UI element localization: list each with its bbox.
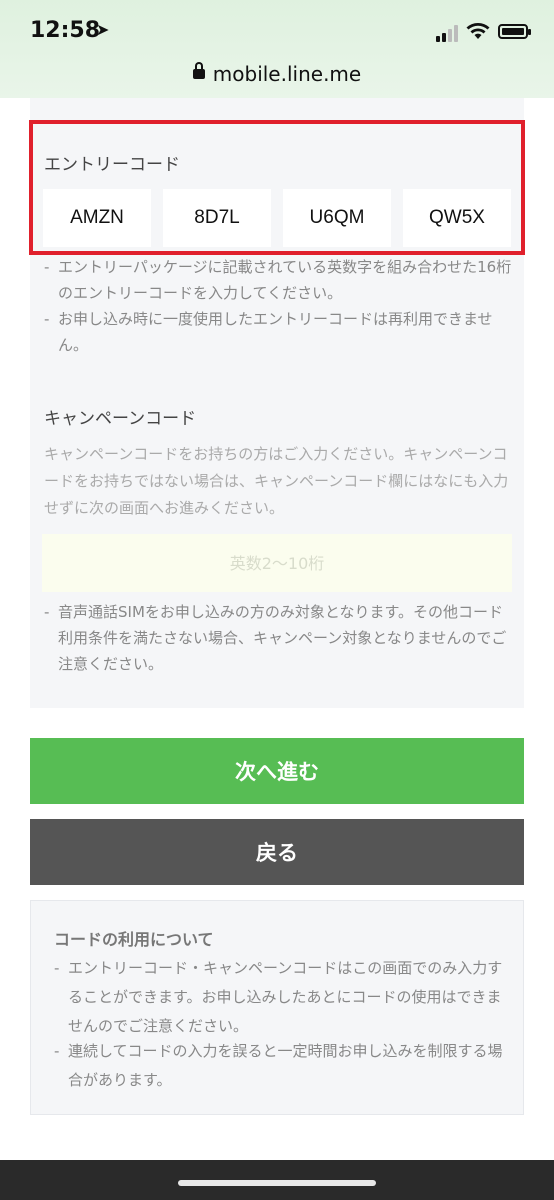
campaign-code-input[interactable] (42, 534, 512, 592)
battery-icon (498, 24, 531, 39)
location-arrow-icon: ➤ (96, 20, 110, 39)
campaign-code-label: キャンペーンコード (44, 409, 197, 429)
lock-icon (192, 61, 205, 79)
info-note-2: - 連続してコードの入力を誤ると一定時間お申し込みを制限する場合があります。 (54, 1042, 503, 1089)
wifi-icon (466, 23, 490, 39)
url-bar[interactable]: mobile.line.me (0, 61, 554, 86)
campaign-code-description: キャンペーンコードをお持ちの方はご入力ください。キャンペーンコードをお持ちではな… (44, 445, 509, 517)
entry-note-1: - エントリーパッケージに記載されている英数字を組み合わせた16桁のエントリーコー… (44, 258, 512, 302)
cellular-signal-icon (436, 24, 462, 42)
url-text: mobile.line.me (212, 62, 362, 86)
info-note-1: - エントリーコード・キャンペーンコードはこの画面でのみ入力することができます。お… (54, 959, 503, 1035)
status-time: 12:58 (30, 18, 101, 43)
back-button[interactable]: 戻る (30, 819, 524, 885)
browser-top-bar: 12:58 ➤ mobile.line.me (0, 0, 554, 98)
next-button[interactable]: 次へ進む (30, 738, 524, 804)
campaign-note: - 音声通話SIMをお申し込みの方のみ対象となります。その他コード利用条件を満たさ… (44, 603, 507, 673)
home-indicator[interactable] (178, 1180, 376, 1186)
highlight-box (29, 120, 525, 255)
info-title: コードの利用について (54, 930, 214, 949)
entry-note-2: - お申し込み時に一度使用したエントリーコードは再利用できません。 (44, 310, 493, 354)
